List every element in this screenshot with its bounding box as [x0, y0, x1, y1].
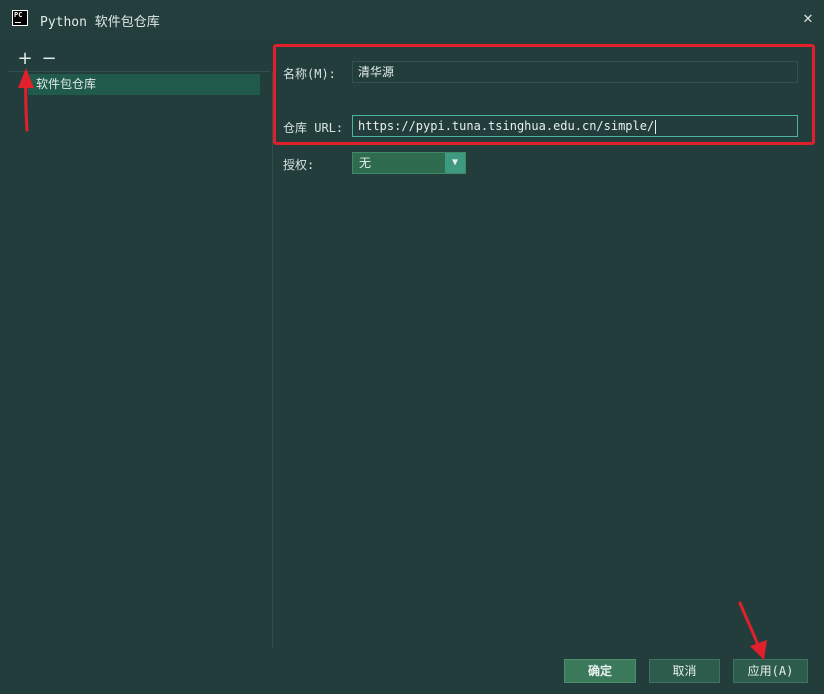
repository-list-item[interactable]: 软件包仓库: [28, 74, 260, 95]
close-icon[interactable]: ✕: [800, 10, 816, 26]
cancel-button[interactable]: 取消: [649, 659, 720, 683]
auth-select-value: 无: [359, 156, 372, 170]
arrow-to-apply-button: [738, 601, 767, 660]
window-title: Python 软件包仓库: [40, 15, 160, 30]
left-pane-divider: [8, 71, 270, 72]
auth-label: 授权:: [283, 158, 315, 172]
auth-select[interactable]: 无 ▼: [352, 152, 466, 174]
highlight-annotation-box: [273, 44, 815, 145]
remove-repository-button[interactable]: −: [40, 50, 58, 68]
title-bar: PC Python 软件包仓库 ✕: [0, 0, 824, 38]
add-repository-button[interactable]: +: [16, 50, 34, 68]
apply-button[interactable]: 应用(A): [733, 659, 808, 683]
pycharm-app-icon: PC: [12, 10, 28, 26]
pane-splitter[interactable]: [272, 72, 273, 648]
chevron-down-icon[interactable]: ▼: [445, 153, 465, 173]
ok-button[interactable]: 确定: [564, 659, 636, 683]
